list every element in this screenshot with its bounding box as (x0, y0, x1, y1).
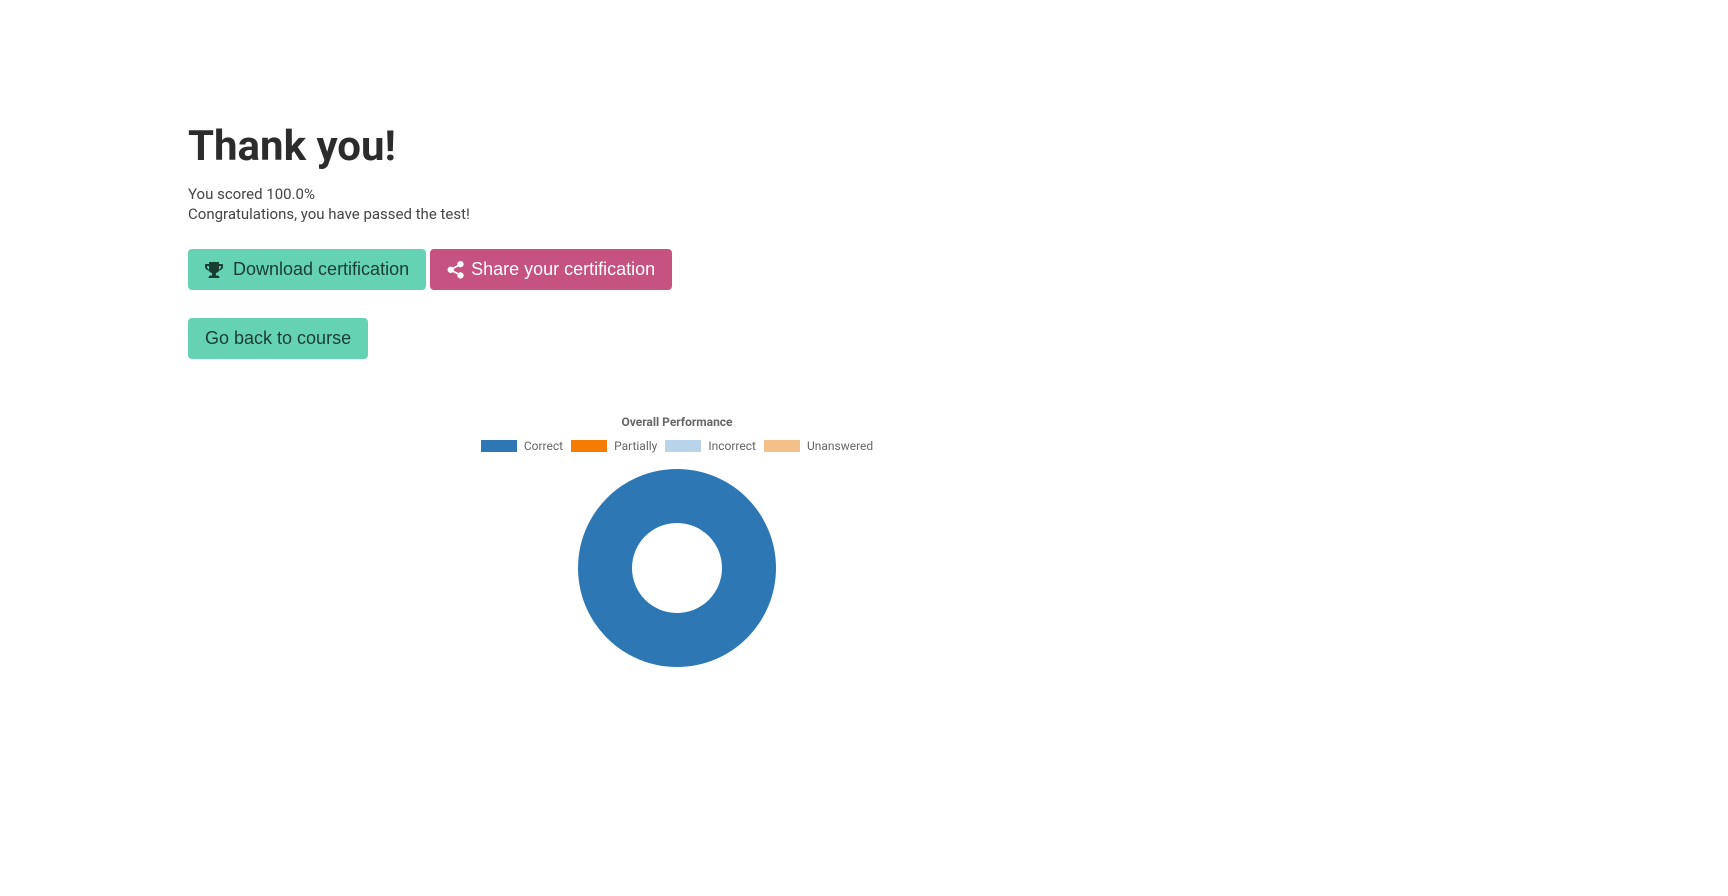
go-back-button-label: Go back to course (205, 328, 351, 349)
legend-item-unanswered: Unanswered (764, 439, 873, 453)
go-back-button[interactable]: Go back to course (188, 318, 368, 359)
share-button-label: Share your certification (471, 259, 655, 280)
legend-label: Unanswered (807, 439, 873, 453)
legend-item-partially: Partially (571, 439, 657, 453)
score-text: You scored 100.0% (188, 185, 1288, 203)
legend-swatch (665, 440, 701, 452)
legend-label: Partially (614, 439, 657, 453)
chart-legend: Correct Partially Incorrect Unanswered (497, 439, 857, 453)
trophy-icon (205, 259, 223, 280)
legend-swatch (764, 440, 800, 452)
legend-swatch (571, 440, 607, 452)
download-button-label: Download certification (233, 259, 409, 280)
legend-label: Correct (524, 439, 563, 453)
legend-item-correct: Correct (481, 439, 563, 453)
donut-chart (497, 468, 857, 668)
legend-item-incorrect: Incorrect (665, 439, 756, 453)
chart-title: Overall Performance (497, 415, 857, 429)
share-icon (447, 259, 465, 280)
action-row: Download certification Share your certif… (188, 249, 1288, 290)
page-title: Thank you! (188, 122, 1288, 171)
share-certification-button[interactable]: Share your certification (430, 249, 672, 290)
chart-container: Overall Performance Correct Partially In… (497, 415, 857, 668)
congrats-text: Congratulations, you have passed the tes… (188, 205, 1288, 223)
legend-label: Incorrect (708, 439, 756, 453)
legend-swatch (481, 440, 517, 452)
download-certification-button[interactable]: Download certification (188, 249, 426, 290)
